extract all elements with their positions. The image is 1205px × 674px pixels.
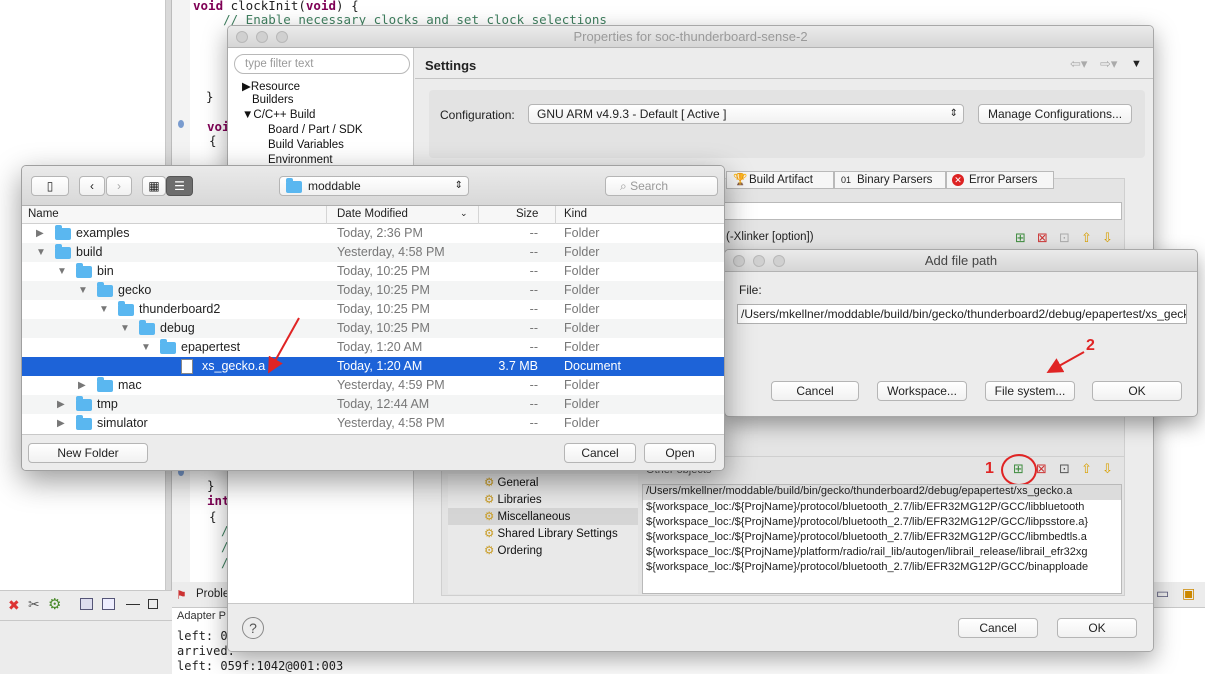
arrow-to-file-system: [1046, 351, 1085, 373]
annotation-arrows: [268, 317, 1085, 374]
arrow-to-xs-gecko: [268, 317, 300, 374]
